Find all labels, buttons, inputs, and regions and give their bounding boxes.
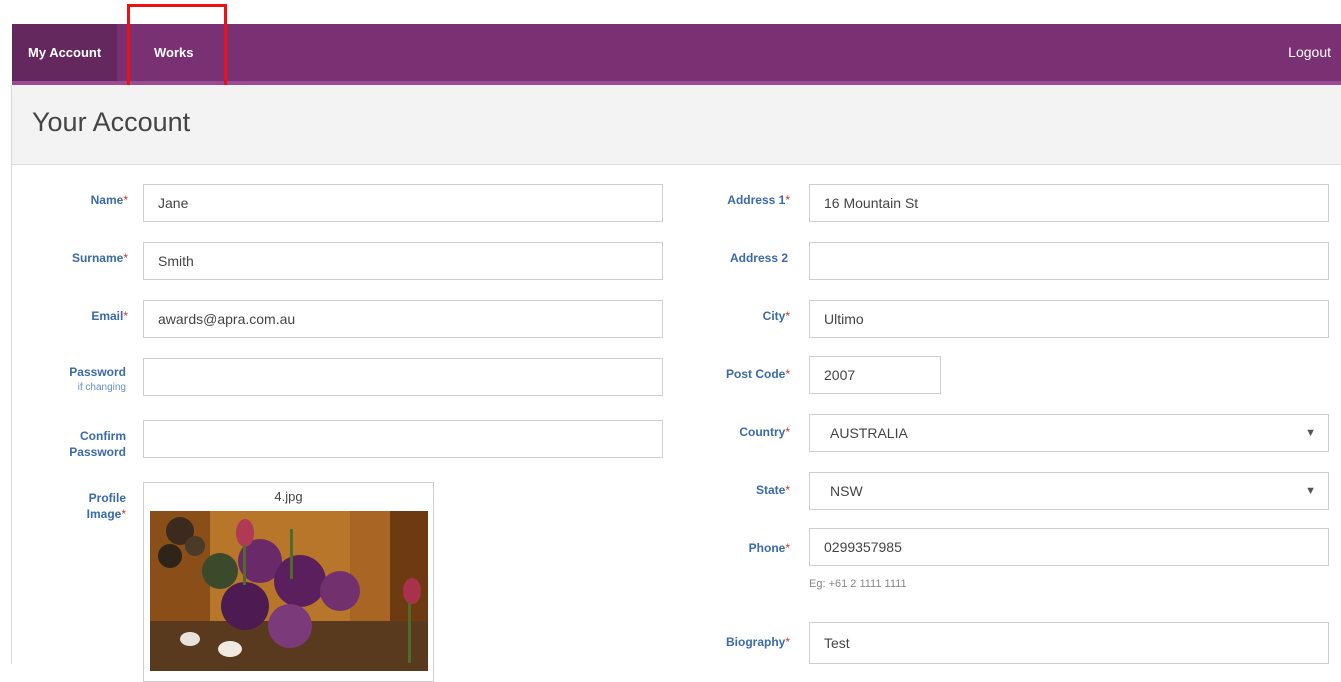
biography-label: Biography*: [725, 635, 790, 649]
profile-image-filename: 4.jpg: [274, 489, 303, 504]
country-label: Country*: [739, 425, 790, 439]
nav-my-account[interactable]: My Account: [12, 24, 118, 81]
chevron-down-icon: ▼: [1305, 427, 1316, 439]
city-label: City*: [762, 309, 790, 323]
name-field[interactable]: [143, 184, 663, 222]
country-select[interactable]: AUSTRALIA ▼: [809, 414, 1329, 452]
state-select[interactable]: NSW ▼: [809, 472, 1329, 510]
phone-label: Phone*: [748, 541, 790, 555]
logout-link[interactable]: Logout: [1288, 24, 1331, 81]
country-select-value: AUSTRALIA: [830, 425, 908, 441]
email-field[interactable]: [143, 300, 663, 338]
surname-field[interactable]: [143, 242, 663, 280]
city-field[interactable]: [809, 300, 1329, 338]
password-field[interactable]: [143, 358, 663, 396]
page-header: Your Account: [12, 85, 1341, 165]
left-border: [11, 85, 12, 664]
chevron-down-icon: ▼: [1305, 485, 1316, 497]
profile-image-card[interactable]: 4.jpg: [143, 482, 434, 682]
biography-field[interactable]: [809, 622, 1329, 664]
address2-field[interactable]: [809, 242, 1329, 280]
address2-label: Address 2: [729, 251, 788, 265]
confirm-password-field[interactable]: [143, 420, 663, 458]
top-nav: My Account Works Logout: [12, 24, 1341, 85]
confirm-password-label: Confirm Password: [69, 429, 126, 459]
state-select-value: NSW: [830, 483, 863, 499]
name-label: Name*: [90, 193, 128, 207]
post-code-label: Post Code*: [725, 367, 790, 381]
address1-field[interactable]: [809, 184, 1329, 222]
surname-label: Surname*: [71, 251, 128, 265]
post-code-field[interactable]: [809, 356, 941, 394]
email-label: Email*: [91, 309, 128, 323]
phone-field[interactable]: [809, 528, 1329, 566]
password-label: Password if changing: [69, 365, 126, 393]
phone-hint: Eg: +61 2 1111 1111: [809, 578, 907, 590]
profile-image-label: Profile Image*: [86, 491, 126, 521]
page-title: Your Account: [32, 107, 191, 137]
state-label: State*: [755, 483, 790, 497]
profile-image-photo: [150, 511, 428, 671]
address1-label: Address 1*: [727, 193, 790, 207]
nav-works[interactable]: Works: [138, 24, 210, 81]
